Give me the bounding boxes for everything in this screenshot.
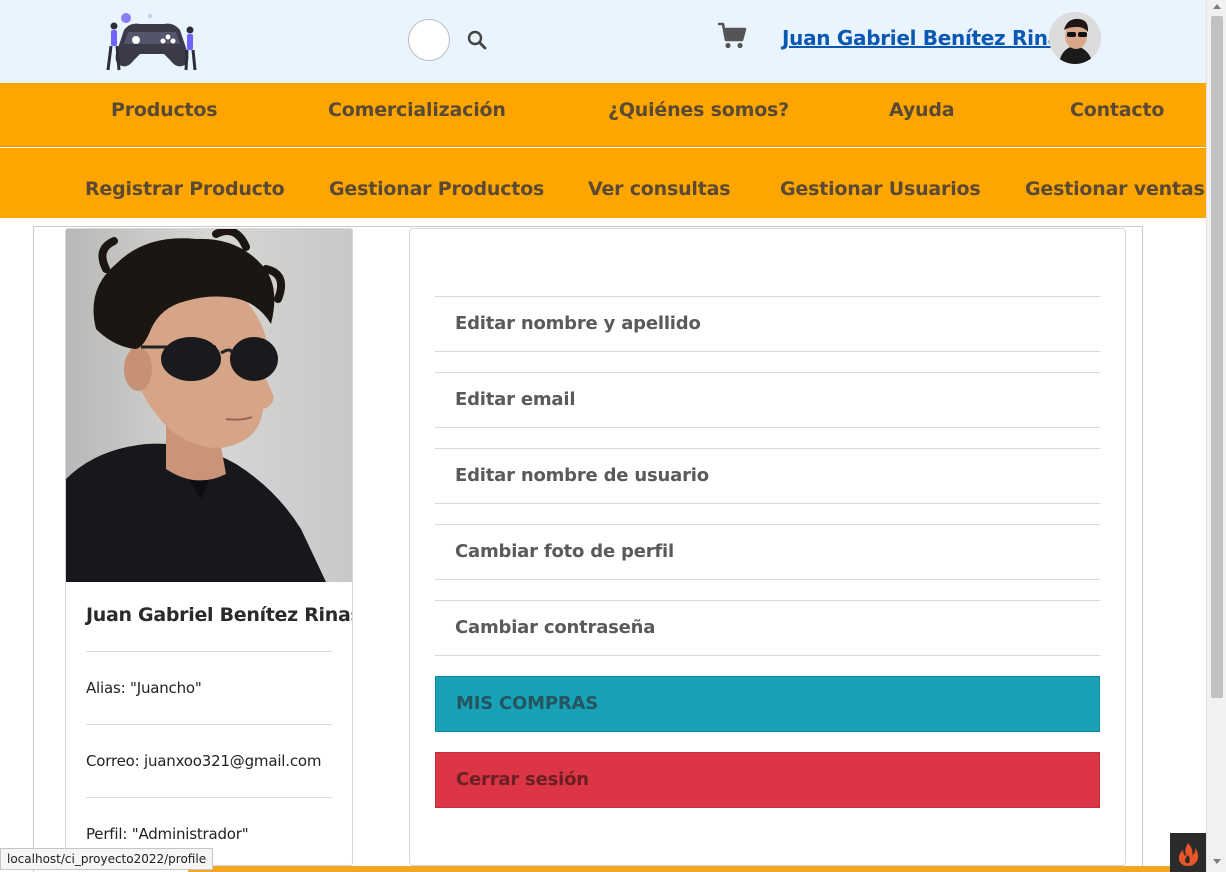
flame-icon [1178, 843, 1199, 866]
profile-alias: Alias: "Juancho" [86, 679, 202, 697]
nav-gestionar-ventas[interactable]: Gestionar ventas [1025, 178, 1205, 200]
admin-nav: Registrar Producto Gestionar Productos V… [0, 148, 1206, 218]
change-password-button[interactable]: Cambiar contraseña [435, 600, 1100, 656]
scroll-down-arrow-icon[interactable] [1213, 859, 1221, 864]
change-password-label: Cambiar contraseña [455, 617, 656, 638]
logo-gamers-icon[interactable] [106, 10, 198, 72]
edit-username-button[interactable]: Editar nombre de usuario [435, 448, 1100, 504]
divider [86, 797, 332, 798]
scroll-thumb[interactable] [1211, 16, 1223, 698]
edit-name-button[interactable]: Editar nombre y apellido [435, 296, 1100, 352]
profile-name: Juan Gabriel Benítez Rinas [86, 604, 353, 626]
profile-role: Perfil: "Administrador" [86, 825, 249, 843]
divider [86, 724, 332, 725]
nav-comercializacion[interactable]: Comercialización [328, 99, 506, 121]
scroll-up-arrow-icon[interactable] [1213, 4, 1221, 9]
logout-button[interactable]: Cerrar sesión [435, 752, 1100, 808]
user-profile-link[interactable]: Juan Gabriel Benítez Rinas [782, 26, 1073, 50]
nav-contacto[interactable]: Contacto [1070, 99, 1164, 121]
nav-gestionar-usuarios[interactable]: Gestionar Usuarios [780, 178, 981, 200]
nav-ayuda[interactable]: Ayuda [889, 99, 955, 121]
profile-card: Juan Gabriel Benítez Rinas Alias: "Juanc… [65, 228, 353, 866]
vertical-scrollbar[interactable] [1206, 0, 1226, 872]
edit-name-label: Editar nombre y apellido [455, 313, 701, 334]
change-photo-label: Cambiar foto de perfil [455, 541, 674, 562]
nav-registrar-producto[interactable]: Registrar Producto [85, 178, 285, 200]
profile-email: Correo: juanxoo321@gmail.com [86, 752, 322, 770]
top-header: Juan Gabriel Benítez Rinas [0, 0, 1206, 83]
cart-icon[interactable] [717, 22, 747, 50]
avatar[interactable] [1049, 12, 1101, 64]
status-bar-url: localhost/ci_proyecto2022/profile [0, 848, 214, 870]
edit-email-button[interactable]: Editar email [435, 372, 1100, 428]
search-input[interactable] [408, 19, 450, 61]
my-purchases-button[interactable]: MIS COMPRAS [435, 676, 1100, 732]
nav-productos[interactable]: Productos [111, 99, 218, 121]
my-purchases-label: MIS COMPRAS [456, 693, 599, 714]
primary-nav: Productos Comercialización ¿Quiénes somo… [0, 83, 1206, 147]
edit-username-label: Editar nombre de usuario [455, 465, 709, 486]
edit-email-label: Editar email [455, 389, 576, 410]
nav-ver-consultas[interactable]: Ver consultas [588, 178, 731, 200]
debug-toolbar-button[interactable] [1170, 833, 1206, 872]
search-icon[interactable] [466, 29, 488, 51]
nav-quienes-somos[interactable]: ¿Quiénes somos? [608, 99, 789, 121]
divider [86, 651, 332, 652]
profile-photo [66, 229, 352, 582]
change-photo-button[interactable]: Cambiar foto de perfil [435, 524, 1100, 580]
footer-strip [188, 866, 1206, 872]
logout-label: Cerrar sesión [456, 769, 589, 790]
nav-gestionar-productos[interactable]: Gestionar Productos [329, 178, 544, 200]
